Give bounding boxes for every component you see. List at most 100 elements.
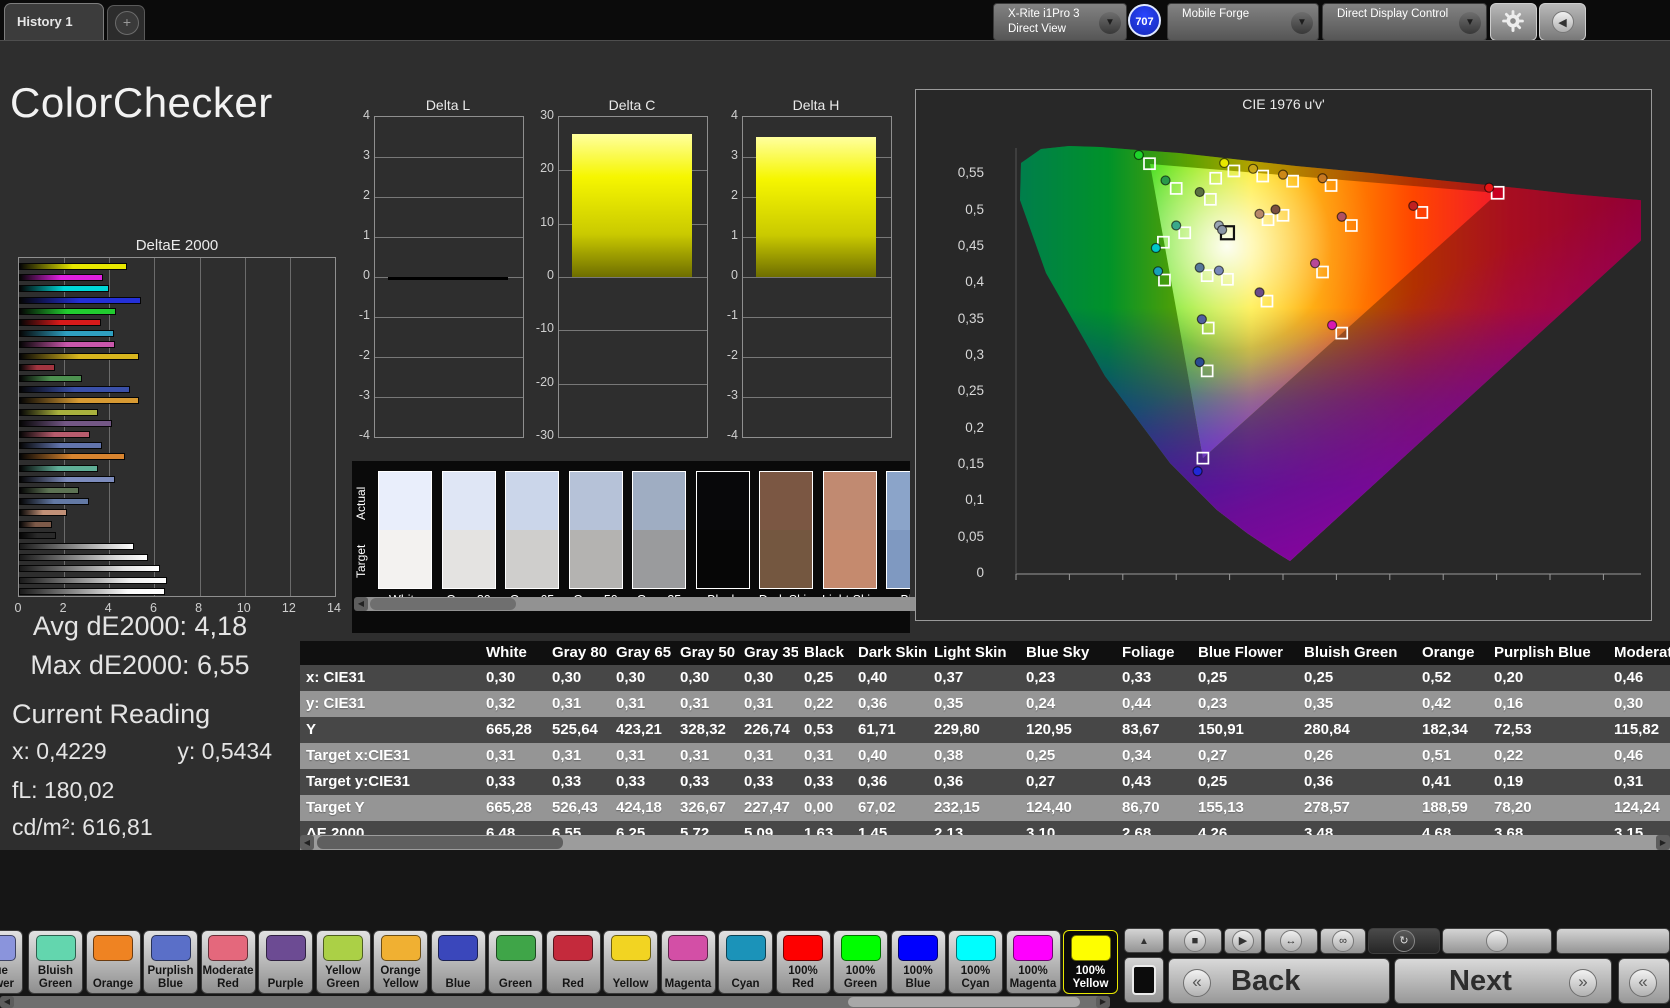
- scroll-right-icon[interactable]: ▶: [1096, 996, 1110, 1008]
- measured-dot-marker: [1337, 212, 1346, 221]
- calman-window: History 1 + X-Rite i1Pro 3 Direct View ▼…: [0, 0, 1670, 1008]
- patch-color-chip: [783, 935, 823, 961]
- continuous-read-button[interactable]: ∞: [1320, 928, 1366, 954]
- patch-color-chip: [726, 935, 766, 961]
- patch-bar-scrollbar[interactable]: ◀ ▶: [0, 996, 1110, 1008]
- patch-button-blue[interactable]: Blue: [431, 930, 486, 994]
- table-row: Target Y665,28526,43424,18326,67227,470,…: [300, 795, 1670, 821]
- gridline: [375, 317, 523, 318]
- scroll-right-icon[interactable]: ▶: [1656, 835, 1670, 850]
- tab-history-1[interactable]: History 1: [4, 3, 104, 40]
- y-tick-label: 1: [350, 228, 370, 242]
- patch-button-100-green[interactable]: 100%Green: [833, 930, 888, 994]
- scroll-left-icon[interactable]: ◀: [354, 597, 368, 611]
- table-cell: 155,13: [1192, 795, 1298, 821]
- auto-advance-button[interactable]: ↻: [1368, 928, 1440, 954]
- play-button[interactable]: ▶: [1224, 928, 1262, 954]
- patch-button-bluish-green[interactable]: BluishGreen: [28, 930, 83, 994]
- scrollbar-thumb[interactable]: [317, 836, 563, 849]
- up-arrow-icon: ▲: [1125, 929, 1163, 954]
- table-cell: 61,71: [852, 717, 928, 743]
- target-color: [824, 530, 876, 588]
- patch-button-label: Orange: [87, 978, 140, 991]
- y-tick-label: 0: [534, 268, 554, 282]
- patch-button-cyan[interactable]: Cyan: [718, 930, 773, 994]
- table-scrollbar[interactable]: ◀ ▶: [300, 835, 1670, 850]
- patch-button-100red[interactable]: 100% Red: [776, 930, 831, 994]
- table-cell: 0,25: [1192, 665, 1298, 691]
- meter-dropdown[interactable]: X-Rite i1Pro 3 Direct View ▼: [993, 3, 1127, 41]
- nav-button-partial[interactable]: «: [1618, 958, 1670, 1004]
- patch-button-magenta[interactable]: Magenta: [661, 930, 716, 994]
- table-cell: 0,31: [610, 743, 674, 769]
- patch-button-label: BluishGreen: [29, 965, 82, 990]
- deltae2000-chart: DeltaE 2000 02468101214: [18, 237, 336, 619]
- meter-mode: Direct View: [1008, 23, 1066, 35]
- deltae-bar: [19, 319, 101, 326]
- next-button[interactable]: Next »: [1394, 958, 1612, 1004]
- window-size-button[interactable]: ↔: [1264, 928, 1318, 954]
- table-cell: 665,28: [480, 795, 546, 821]
- table-cell: 67,02: [852, 795, 928, 821]
- next-chevrons-icon: »: [1569, 969, 1597, 997]
- patch-button-purplish-blue[interactable]: PurplishBlue: [143, 930, 198, 994]
- back-button[interactable]: « Back: [1168, 958, 1390, 1004]
- patch-button-100-yellow[interactable]: 100%Yellow: [1063, 930, 1118, 994]
- patch-button-100-magenta[interactable]: 100%Magenta: [1006, 930, 1061, 994]
- scrollbar-thumb[interactable]: [848, 997, 1080, 1007]
- deltae-bar: [19, 498, 89, 505]
- scroll-left-icon[interactable]: ◀: [300, 835, 314, 850]
- table-cell: 0,19: [1488, 769, 1608, 795]
- patch-button-red[interactable]: Red: [546, 930, 601, 994]
- table-cell: 0,35: [1298, 691, 1416, 717]
- stop-button[interactable]: ■: [1168, 928, 1222, 954]
- patch-button-label: YellowGreen: [317, 965, 370, 990]
- scroll-up-button[interactable]: ▲: [1124, 928, 1164, 953]
- patch-button-100-cyan[interactable]: 100%Cyan: [948, 930, 1003, 994]
- delta-h-title: Delta H: [742, 97, 890, 113]
- workflow-dropdown[interactable]: Direct Display Control ▼: [1322, 3, 1487, 41]
- patch-button-blue-flower[interactable]: BlueFlower: [0, 930, 23, 994]
- source-status-indicator: [1171, 7, 1176, 37]
- meter-count-badge[interactable]: 707: [1128, 4, 1161, 37]
- measured-dot-marker: [1172, 221, 1181, 230]
- source-dropdown[interactable]: Mobile Forge ▼: [1167, 3, 1319, 41]
- patch-button-green[interactable]: Green: [488, 930, 543, 994]
- y-tick-label: 30: [534, 108, 554, 122]
- settings-button[interactable]: [1490, 3, 1537, 41]
- pattern-window-button[interactable]: [1124, 957, 1164, 1003]
- patch-button-100-blue[interactable]: 100%Blue: [891, 930, 946, 994]
- gridline: [743, 277, 891, 278]
- scrollbar-thumb[interactable]: [370, 598, 516, 610]
- table-cell: 0,30: [546, 665, 610, 691]
- table-cell: 0,26: [1298, 743, 1416, 769]
- deltae-bar: [19, 453, 125, 460]
- patch-strip-scrollbar[interactable]: ◀ ▶: [354, 597, 962, 611]
- patch-button-yellow[interactable]: Yellow: [603, 930, 658, 994]
- cie-1976-panel: CIE 1976 u'v': [915, 89, 1652, 621]
- y-tick-label: -1: [350, 308, 370, 322]
- table-cell: 83,67: [1116, 717, 1192, 743]
- back-chevrons-icon: «: [1183, 969, 1211, 997]
- collapse-panel-button[interactable]: ◀: [1539, 3, 1586, 41]
- transport-button-partial[interactable]: [1556, 928, 1670, 954]
- scroll-left-icon[interactable]: ◀: [0, 996, 14, 1008]
- measured-dot-marker: [1218, 225, 1227, 234]
- y-tick-label: -1: [718, 308, 738, 322]
- patch-button-orange[interactable]: Orange: [86, 930, 141, 994]
- column-header: Dark Skin: [852, 641, 928, 665]
- table-cell: 0,25: [1298, 665, 1416, 691]
- page-title: ColorChecker: [10, 79, 273, 127]
- actual-color: [379, 472, 431, 530]
- measured-dot-marker: [1195, 263, 1204, 272]
- target-row-label: Target: [354, 533, 370, 589]
- table-cell: 423,21: [610, 717, 674, 743]
- meter-name: X-Rite i1Pro 3: [1008, 8, 1080, 20]
- patch-button-purple[interactable]: Purple: [258, 930, 313, 994]
- add-tab-button[interactable]: +: [107, 5, 145, 41]
- patch-button-orange-yellow[interactable]: OrangeYellow: [373, 930, 428, 994]
- blank-transport-button[interactable]: [1442, 928, 1552, 954]
- patch-button-moderate-red[interactable]: ModerateRed: [201, 930, 256, 994]
- patch-button-yellow-green[interactable]: YellowGreen: [316, 930, 371, 994]
- table-cell: 0,46: [1608, 665, 1670, 691]
